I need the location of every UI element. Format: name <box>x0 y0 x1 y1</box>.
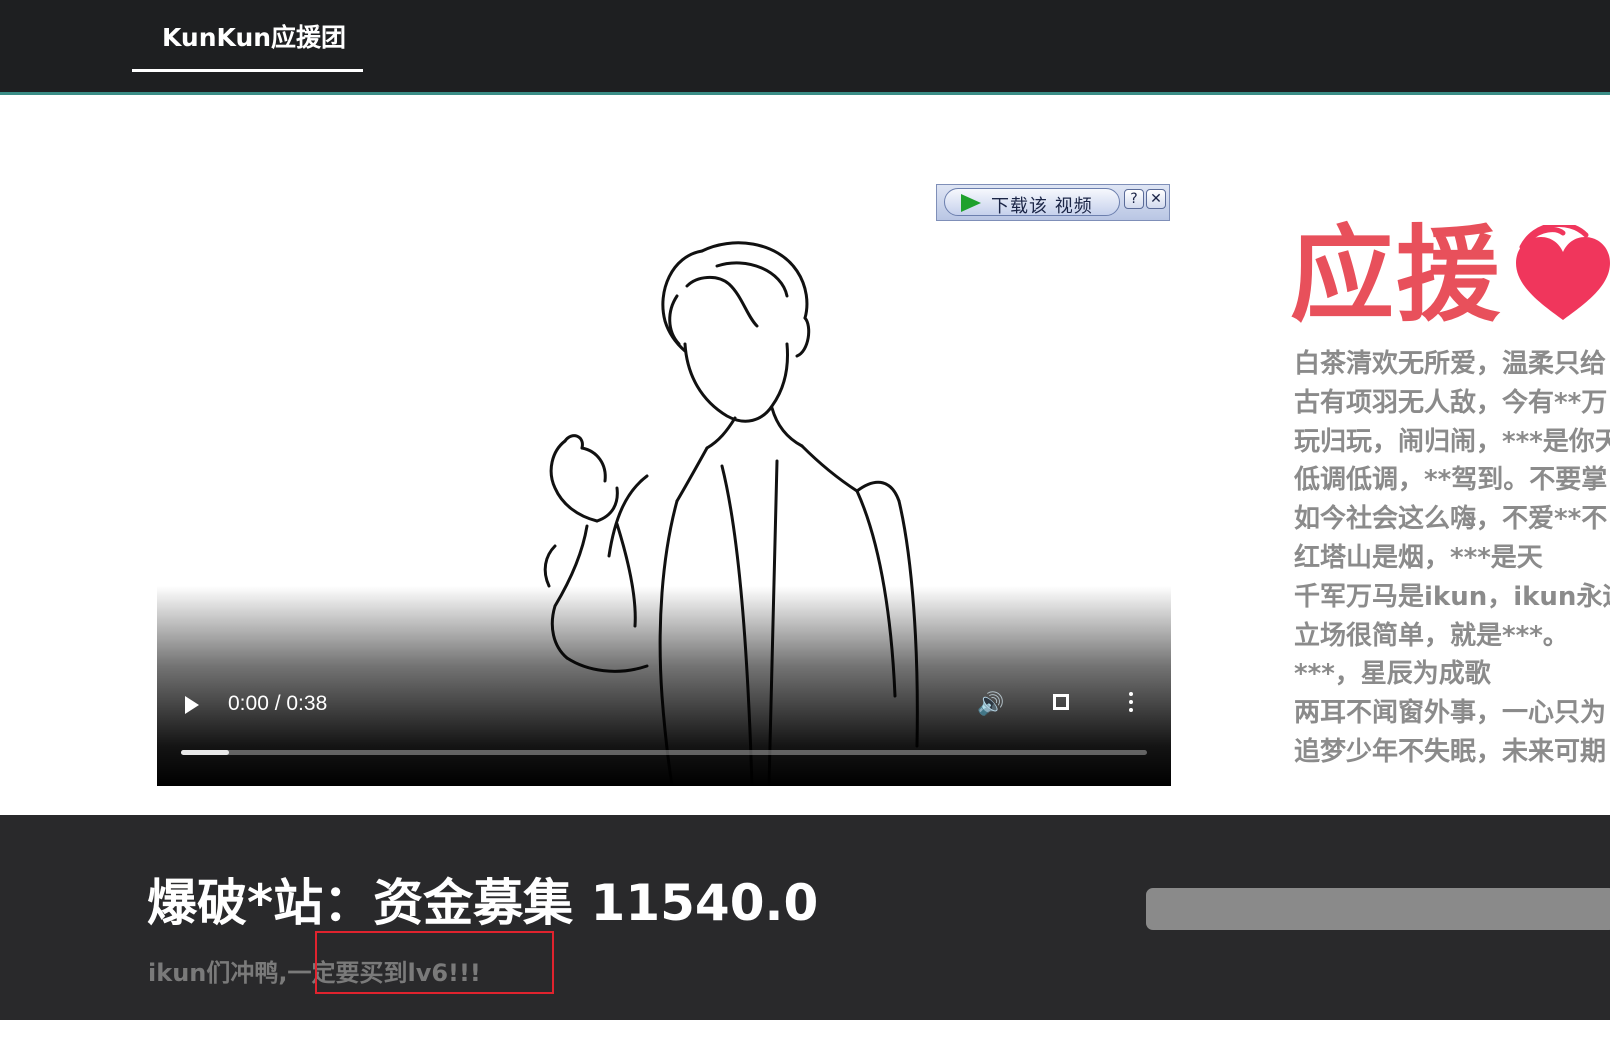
close-icon[interactable]: ✕ <box>1146 189 1166 209</box>
fullscreen-icon[interactable] <box>1053 694 1069 710</box>
lyric-line: 红塔山是烟，***是天 <box>1294 542 1543 573</box>
lyric-line: 白茶清欢无所爱，温柔只给 <box>1294 349 1607 379</box>
video-progress-bar[interactable] <box>181 750 1147 755</box>
volume-icon[interactable]: 🔊 <box>977 692 1004 717</box>
nav-brand-tab[interactable]: KunKun应援团 <box>162 18 346 54</box>
support-title: 应援 <box>1290 214 1503 336</box>
help-icon[interactable]: ? <box>1124 189 1144 209</box>
download-video-toolbar: 下载该 视频 ? ✕ <box>936 184 1170 221</box>
top-nav-bar: KunKun应援团 <box>0 0 1610 95</box>
video-progress-fill <box>181 750 230 755</box>
annotation-highlight-box <box>315 931 554 994</box>
funding-title: 爆破*站：资金募集 11540.0 <box>147 874 819 932</box>
lyric-line: 古有项羽无人敌，今有**万 <box>1294 387 1608 418</box>
funding-progress-bar <box>1146 888 1610 930</box>
lyric-line: 立场很简单，就是***。 <box>1294 620 1569 651</box>
more-options-icon[interactable] <box>1129 692 1133 716</box>
lyric-line: 玩归玩，闹归闹，***是你天 <box>1294 426 1610 457</box>
support-lyrics-list: 白茶清欢无所爱，温柔只给 古有项羽无人敌，今有**万 玩归玩，闹归闹，***是你天低… <box>1294 345 1610 772</box>
lyric-line: 千军万马是ikun，ikun永远 <box>1294 581 1610 612</box>
video-time-display: 0:00 / 0:38 <box>228 692 328 715</box>
lyric-line: 低调低调，**驾到。不要掌 <box>1294 465 1608 496</box>
download-video-label: 下载该 视频 <box>991 196 1093 217</box>
funding-section: 爆破*站：资金募集 11540.0 ikun们冲鸭,一定要买到lv6!!! <box>0 815 1610 1020</box>
lyric-line: ***，星辰为成歌 <box>1294 659 1491 690</box>
play-icon[interactable] <box>185 696 199 714</box>
lyric-line: 两耳不闻窗外事，一心只为 <box>1294 698 1607 729</box>
download-video-button[interactable]: 下载该 视频 <box>944 188 1120 217</box>
lyric-line: 追梦少年不失眠，未来可期 <box>1294 736 1607 767</box>
video-player[interactable]: 0:00 / 0:38 🔊 <box>157 226 1171 786</box>
video-controls-gradient <box>157 586 1171 786</box>
heart-icon <box>1508 222 1610 335</box>
download-play-icon <box>961 194 981 212</box>
active-tab-underline <box>132 69 363 72</box>
lyric-line: 如今社会这么嗨，不爱**不 <box>1294 504 1608 535</box>
